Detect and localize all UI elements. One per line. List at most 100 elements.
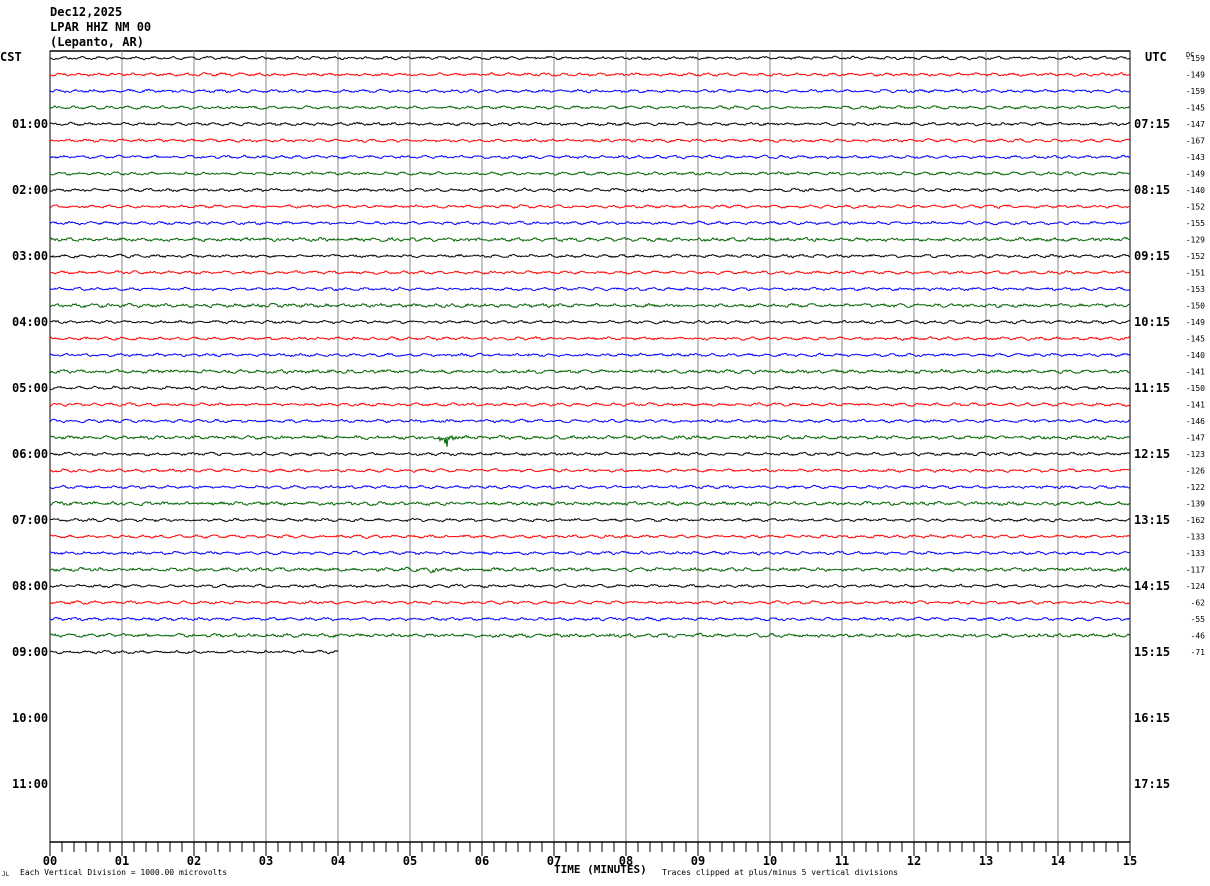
dc-offset-label: -143 <box>1186 153 1205 162</box>
trace-row-29 <box>49 534 1131 539</box>
right-hour-label: 16:15 <box>1134 711 1170 725</box>
trace-row-33 <box>49 600 1131 605</box>
trace-row-10 <box>49 220 1130 226</box>
x-tick-label: 00 <box>43 854 57 868</box>
left-hour-label: 03:00 <box>12 249 48 263</box>
right-hour-label: 13:15 <box>1134 513 1170 527</box>
dc-offset-label: -141 <box>1186 368 1205 377</box>
dc-offset-label: -46 <box>1191 632 1206 641</box>
dc-offset-label: -150 <box>1186 302 1205 311</box>
right-hour-label: 14:15 <box>1134 579 1170 593</box>
trace-row-19 <box>49 368 1131 375</box>
x-tick-label: 01 <box>115 854 129 868</box>
dc-offset-label: -149 <box>1186 318 1205 327</box>
dc-offset-label: -146 <box>1186 417 1205 426</box>
x-axis-label: TIME (MINUTES) <box>554 863 647 876</box>
trace-row-25 <box>49 468 1131 473</box>
left-axis-title: CST <box>0 50 22 64</box>
dc-offset-label: -140 <box>1186 186 1205 195</box>
dc-offset-label: -139 <box>1186 500 1205 509</box>
dc-offset-label: -141 <box>1186 401 1205 410</box>
x-tick-label: 13 <box>979 854 993 868</box>
grid <box>49 50 1131 843</box>
left-hour-label: 02:00 <box>12 183 48 197</box>
right-hour-label: 17:15 <box>1134 777 1170 791</box>
x-tick-label: 09 <box>691 854 705 868</box>
plot-frame <box>49 50 1131 843</box>
left-hour-label: 05:00 <box>12 381 48 395</box>
x-tick-label: 12 <box>907 854 921 868</box>
dc-offset-label: -140 <box>1186 351 1205 360</box>
right-hour-label: 07:15 <box>1134 117 1170 131</box>
dc-offset-label: -147 <box>1186 434 1205 443</box>
trace-row-22 <box>49 418 1130 424</box>
trace-row-26 <box>49 484 1131 490</box>
dc-offset-label: -117 <box>1186 566 1205 575</box>
dc-offset-label: -145 <box>1186 104 1205 113</box>
trace-row-32 <box>49 583 1131 589</box>
left-hour-label: 09:00 <box>12 645 48 659</box>
left-hour-label: 08:00 <box>12 579 48 593</box>
dc-offset-label: -149 <box>1186 170 1205 179</box>
trace-row-23 <box>49 434 1131 448</box>
trace-row-1 <box>49 71 1131 77</box>
dc-offset-label: -155 <box>1186 219 1205 228</box>
trace-row-31 <box>49 566 1131 574</box>
dc-offset-label: -122 <box>1186 483 1205 492</box>
corner-mark: JL <box>2 871 10 878</box>
x-tick-label: 15 <box>1123 854 1137 868</box>
dc-offset-label: -129 <box>1186 236 1205 245</box>
x-tick-label: 05 <box>403 854 417 868</box>
dc-offset-label: -149 <box>1186 71 1205 80</box>
dc-offset-label: -159 <box>1186 87 1205 96</box>
scale-note: Each Vertical Division = 1000.00 microvo… <box>20 868 227 877</box>
trace-row-9 <box>49 204 1131 209</box>
trace-row-20 <box>49 385 1131 391</box>
dc-offset-label: -62 <box>1191 599 1206 608</box>
dc-offset-label: -71 <box>1191 648 1206 657</box>
dc-offset-label: -167 <box>1186 137 1205 146</box>
dc-offset-label: -133 <box>1186 533 1205 542</box>
trace-row-28 <box>49 517 1131 523</box>
trace-row-6 <box>49 154 1131 160</box>
dc-offset-label: -123 <box>1186 450 1205 459</box>
left-hour-label: 07:00 <box>12 513 48 527</box>
trace-row-5 <box>49 138 1131 143</box>
dc-offset-label: -150 <box>1186 384 1205 393</box>
trace-row-13 <box>49 270 1131 275</box>
x-tick-label: 06 <box>475 854 489 868</box>
left-hour-label: 06:00 <box>12 447 48 461</box>
right-hour-label: 11:15 <box>1134 381 1170 395</box>
trace-row-2 <box>49 88 1131 94</box>
trace-row-0 <box>49 55 1131 61</box>
helicorder-plot: Dec12,2025 LPAR HHZ NM 00 (Lepanto, AR) … <box>0 5 1206 878</box>
date-label: Dec12,2025 <box>50 5 122 19</box>
dc-offset-label: -147 <box>1186 120 1205 129</box>
trace-row-12 <box>49 253 1131 259</box>
x-tick-label: 02 <box>187 854 201 868</box>
x-tick-label: 03 <box>259 854 273 868</box>
traces <box>49 55 1131 655</box>
dc-offset-label: -152 <box>1186 252 1205 261</box>
trace-row-35 <box>49 632 1131 639</box>
dc-offset-label: -153 <box>1186 285 1205 294</box>
right-hour-label: 08:15 <box>1134 183 1170 197</box>
dc-offset-label: -152 <box>1186 203 1205 212</box>
left-hour-label: 01:00 <box>12 117 48 131</box>
trace-row-7 <box>49 171 1131 176</box>
trace-row-3 <box>49 105 1131 110</box>
x-tick-label: 10 <box>763 854 777 868</box>
left-hour-label: 11:00 <box>12 777 48 791</box>
location-label: (Lepanto, AR) <box>50 35 144 49</box>
trace-row-27 <box>49 500 1131 507</box>
dc-offset-label: -151 <box>1186 269 1205 278</box>
dc-offset-label: -162 <box>1186 516 1205 525</box>
trace-row-24 <box>49 451 1131 457</box>
left-hour-label: 04:00 <box>12 315 48 329</box>
trace-row-16 <box>49 319 1131 325</box>
x-tick-label: 11 <box>835 854 849 868</box>
trace-row-17 <box>49 335 1131 341</box>
right-hour-label: 10:15 <box>1134 315 1170 329</box>
right-hour-label: 12:15 <box>1134 447 1170 461</box>
dc-offset-label: -133 <box>1186 549 1205 558</box>
